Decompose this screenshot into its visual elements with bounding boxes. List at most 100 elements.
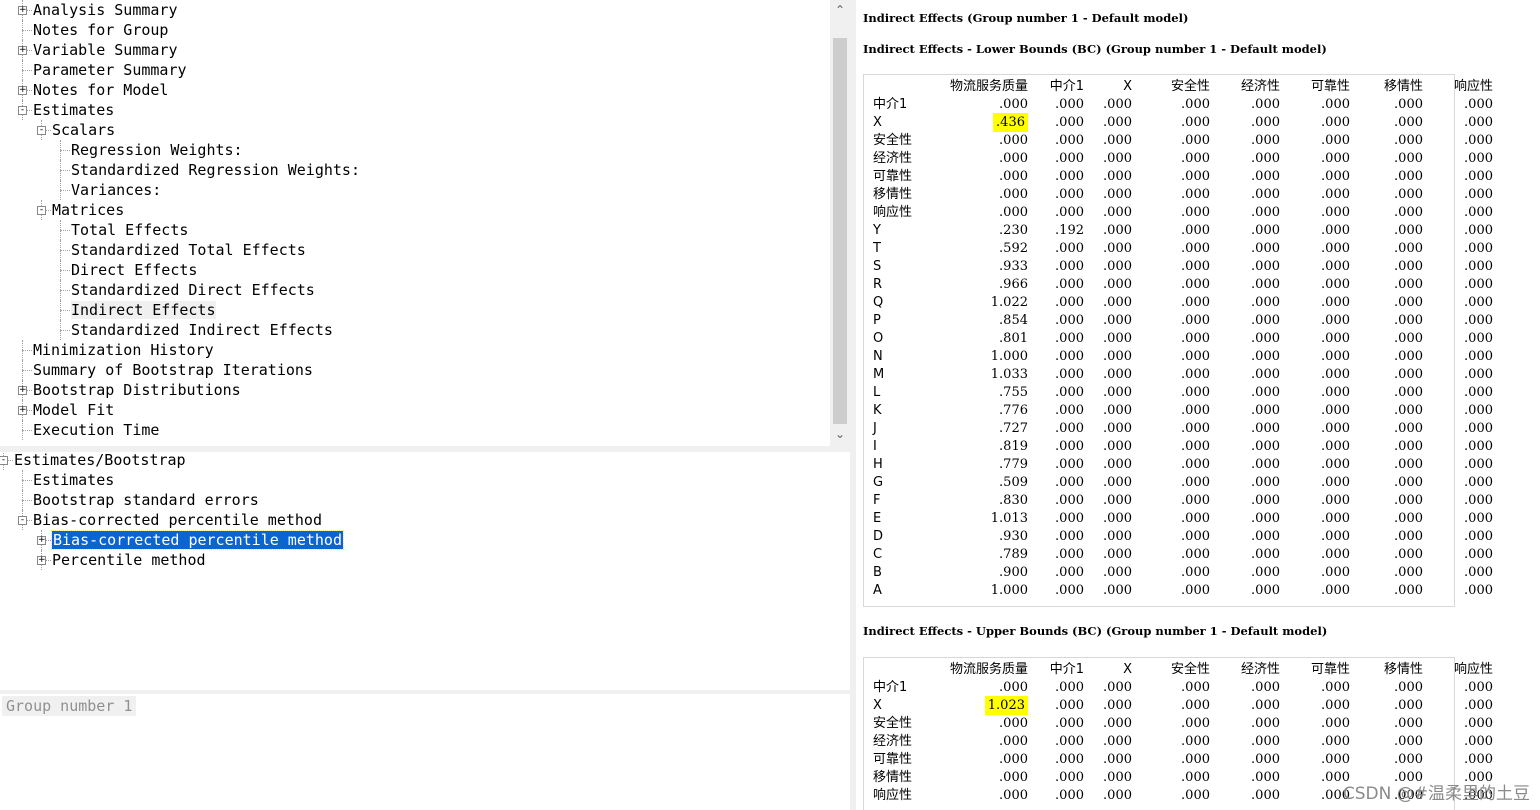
tree-item[interactable]: Minimization History [33, 340, 214, 360]
tree-item[interactable]: Execution Time [33, 420, 159, 440]
tree-item[interactable]: Bias-corrected percentile method [51, 530, 344, 550]
tree-connector [22, 370, 32, 371]
cell-value: .000 [1321, 295, 1350, 310]
scroll-down-icon[interactable]: ⌄ [830, 424, 850, 444]
column-header: 移情性 [1383, 662, 1423, 677]
row-label: Q [873, 295, 884, 310]
table-cell: .000 [1431, 348, 1501, 366]
cell-value: .000 [1321, 583, 1350, 598]
tree-item-label: Variances: [71, 181, 162, 199]
tree-item[interactable]: Summary of Bootstrap Iterations [33, 360, 313, 380]
table-cell: .900 [928, 564, 1036, 582]
tree-item[interactable]: Parameter Summary [33, 60, 187, 80]
expand-icon[interactable]: + [37, 536, 46, 545]
expand-icon[interactable]: + [18, 86, 27, 95]
tree-item[interactable]: Bootstrap Distributions [33, 380, 241, 400]
expand-icon[interactable]: + [18, 6, 27, 15]
table-cell: .000 [1431, 492, 1501, 510]
cell-value: .000 [1181, 770, 1210, 785]
collapse-icon[interactable]: - [37, 126, 46, 135]
collapse-icon[interactable]: - [18, 516, 27, 525]
table-cell: .000 [1140, 582, 1218, 600]
tree-item[interactable]: Estimates [33, 100, 114, 120]
cell-value: .933 [999, 259, 1028, 274]
table-row: I .819 .000 .000 .000 .000 .000 .000 .000 [863, 438, 1501, 456]
tree-item[interactable]: Analysis Summary [33, 0, 178, 20]
cell-value: .000 [1464, 457, 1493, 472]
table-row: 经济性 .000 .000 .000 .000 .000 .000 .000 .000 [863, 150, 1501, 168]
cell-value: .000 [1394, 680, 1423, 695]
cell-value: .000 [999, 133, 1028, 148]
table-cell: .000 [1431, 150, 1501, 168]
tree-item[interactable]: Bias-corrected percentile method [33, 510, 322, 530]
table-cell: .000 [1288, 186, 1358, 204]
tree-item[interactable]: Bootstrap standard errors [33, 490, 259, 510]
table-cell: .000 [1036, 438, 1092, 456]
table-cell: .000 [1140, 240, 1218, 258]
table-cell: .000 [1092, 150, 1140, 168]
cell-value: .000 [1321, 349, 1350, 364]
cell-value: .000 [1321, 367, 1350, 382]
table-cell: .000 [1218, 438, 1288, 456]
tree-item-label: Parameter Summary [33, 61, 187, 79]
table-cell: .000 [1358, 150, 1431, 168]
cell-value: .000 [1321, 529, 1350, 544]
tree-item[interactable]: Direct Effects [71, 260, 197, 280]
table-cell: .000 [1092, 679, 1140, 697]
output-tree[interactable]: + Analysis Summary Notes for Group + Variabl… [0, 0, 830, 446]
cell-value: .000 [1103, 529, 1132, 544]
scroll-up-icon[interactable]: ⌃ [830, 0, 850, 20]
scroll-thumb[interactable] [833, 38, 847, 424]
collapse-icon[interactable]: - [18, 106, 27, 115]
tree-item[interactable]: Regression Weights: [71, 140, 243, 160]
table-cell: .000 [928, 769, 1036, 787]
cell-value: 1.022 [990, 295, 1028, 310]
cell-value: .000 [1103, 349, 1132, 364]
expand-icon[interactable]: + [18, 386, 27, 395]
cell-value: .000 [1394, 583, 1423, 598]
table-cell: .000 [1140, 751, 1218, 769]
tree-item[interactable]: Estimates [33, 470, 114, 490]
cell-value: .000 [1321, 97, 1350, 112]
tree-item[interactable]: Total Effects [71, 220, 188, 240]
tree-item[interactable]: Indirect Effects [71, 300, 216, 320]
row-label: X [873, 698, 882, 713]
bootstrap-tree[interactable]: - Estimates/Bootstrap Estimates Bootstrap s… [0, 452, 850, 690]
cell-value: .000 [1103, 277, 1132, 292]
tree-item[interactable]: Standardized Regression Weights: [71, 160, 360, 180]
cell-value: .000 [1394, 493, 1423, 508]
tree-item[interactable]: Model Fit [33, 400, 114, 420]
section-title: Indirect Effects (Group number 1 - Defau… [863, 11, 1189, 25]
tree-item[interactable]: Standardized Indirect Effects [71, 320, 333, 340]
expand-icon[interactable]: + [18, 46, 27, 55]
cell-value: .000 [1464, 133, 1493, 148]
cell-value: .000 [1464, 698, 1493, 713]
cell-value: .000 [1321, 331, 1350, 346]
cell-value: .000 [1251, 565, 1280, 580]
table-cell: .000 [1358, 697, 1431, 715]
expand-icon[interactable]: + [18, 406, 27, 415]
tree-scrollbar[interactable]: ⌃ ⌄ [830, 0, 850, 446]
tree-item[interactable]: Notes for Model [33, 80, 168, 100]
tree-item[interactable]: Notes for Group [33, 20, 168, 40]
table-cell: .000 [928, 715, 1036, 733]
collapse-icon[interactable]: - [0, 456, 8, 465]
table-cell: .000 [1431, 168, 1501, 186]
table-cell: .000 [1036, 679, 1092, 697]
table-cell: .000 [1358, 456, 1431, 474]
table-cell: .930 [928, 528, 1036, 546]
tree-item[interactable]: Estimates/Bootstrap [14, 452, 186, 470]
table-cell: .000 [1288, 204, 1358, 222]
table-cell: .000 [1036, 240, 1092, 258]
table-cell: .000 [1358, 492, 1431, 510]
group-list-item[interactable]: Group number 1 [2, 696, 137, 716]
tree-item[interactable]: Matrices [52, 200, 124, 220]
tree-item[interactable]: Scalars [52, 120, 115, 140]
tree-item[interactable]: Percentile method [52, 550, 206, 570]
expand-icon[interactable]: + [37, 556, 46, 565]
tree-item[interactable]: Variances: [71, 180, 161, 200]
tree-item[interactable]: Standardized Direct Effects [71, 280, 315, 300]
tree-item[interactable]: Variable Summary [33, 40, 178, 60]
tree-item[interactable]: Standardized Total Effects [71, 240, 306, 260]
collapse-icon[interactable]: - [37, 206, 46, 215]
